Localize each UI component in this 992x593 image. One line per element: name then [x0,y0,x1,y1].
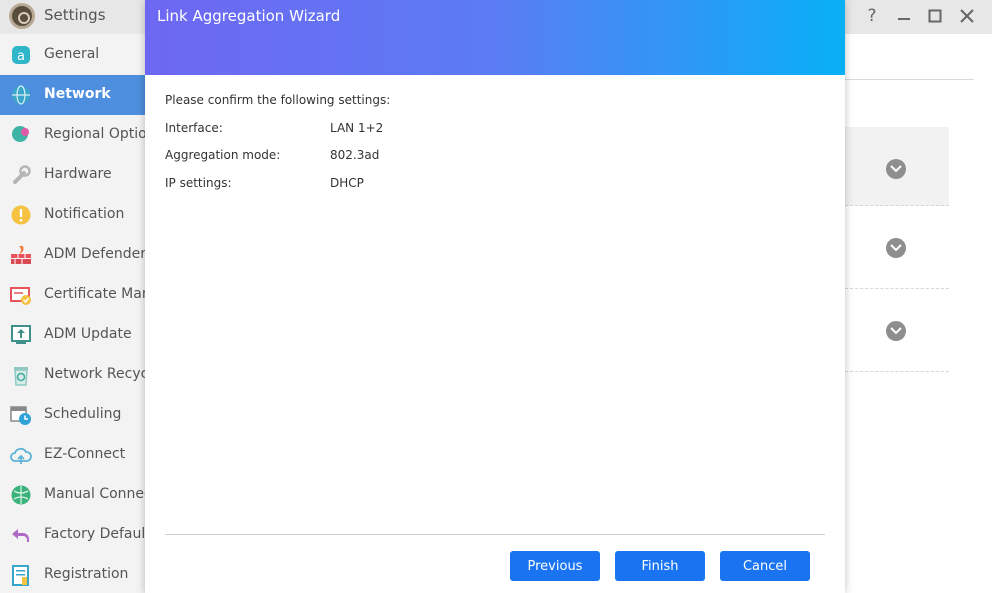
aggregation-mode-label: Aggregation mode: [165,148,281,162]
sidebar-item-network[interactable]: Network [0,75,146,115]
sidebar-item-label: Hardware [44,166,112,182]
sidebar-item-label: Manual Connect [44,486,146,502]
maximize-icon[interactable] [923,5,947,27]
sidebar-item-registration[interactable]: Registration [0,555,146,593]
sidebar-item-adm-update[interactable]: ADM Update [0,315,146,355]
settings-panel-row[interactable] [845,206,949,289]
help-icon[interactable]: ? [860,5,884,27]
ip-settings-label: IP settings: [165,176,232,190]
firewall-icon [10,244,32,266]
sidebar-item-label: EZ-Connect [44,446,126,462]
sidebar-item-label: ADM Defender [44,246,146,262]
sidebar-item-hardware[interactable]: Hardware [0,155,146,195]
interface-value: LAN 1+2 [330,121,384,135]
chevron-down-icon[interactable] [886,238,906,258]
sidebar-item-regional-options[interactable]: Regional Options [0,115,146,155]
settings-sidebar: a General Network Regional Options Hardw… [0,34,146,593]
sidebar-item-certificate-manager[interactable]: Certificate Manager [0,275,146,315]
sidebar-item-label: Registration [44,566,129,582]
footer-divider [165,534,825,535]
registration-icon [10,564,32,586]
dialog-header: Link Aggregation Wizard [145,0,845,75]
globe-icon [10,84,32,106]
sidebar-item-label: Network [44,86,111,102]
alert-icon [10,204,32,226]
window-title: Settings [44,6,106,24]
regional-globe-icon [10,124,32,146]
dialog-title: Link Aggregation Wizard [157,7,341,25]
sidebar-item-label: General [44,46,100,62]
cancel-button[interactable]: Cancel [720,551,810,581]
cloud-upload-icon [10,444,32,466]
finish-button[interactable]: Finish [615,551,705,581]
interface-label: Interface: [165,121,223,135]
sidebar-item-label: Regional Options [44,126,146,142]
sidebar-item-manual-connect[interactable]: Manual Connect [0,475,146,515]
sidebar-item-ez-connect[interactable]: EZ-Connect [0,435,146,475]
chevron-down-icon[interactable] [886,159,906,179]
minimize-icon[interactable] [892,5,916,27]
settings-panel-row[interactable] [845,289,949,372]
svg-text:a: a [17,49,25,64]
close-icon[interactable] [955,5,979,27]
previous-button[interactable]: Previous [510,551,600,581]
link-aggregation-wizard-dialog: Link Aggregation Wizard Please confirm t… [145,0,845,593]
ip-settings-value: DHCP [330,176,364,190]
update-icon [10,324,32,346]
sidebar-item-factory-default[interactable]: Factory Default [0,515,146,555]
aggregation-mode-value: 802.3ad [330,148,380,162]
confirm-prompt: Please confirm the following settings: [165,93,391,107]
sidebar-item-general[interactable]: a General [0,35,146,75]
undo-arrow-icon [10,524,32,546]
sidebar-item-label: Certificate Manager [44,286,146,302]
settings-panel-row[interactable] [845,127,949,206]
sidebar-item-scheduling[interactable]: Scheduling [0,395,146,435]
general-icon: a [10,44,32,66]
content-divider [845,79,974,80]
sidebar-item-label: Network Recycle Bin [44,366,146,382]
settings-app-icon [9,3,35,29]
wrench-icon [10,164,32,186]
sidebar-item-label: Notification [44,206,125,222]
certificate-icon [10,284,32,306]
recycle-bin-icon [10,364,32,386]
network-ball-icon [10,484,32,506]
calendar-clock-icon [10,404,32,426]
sidebar-item-adm-defender[interactable]: ADM Defender [0,235,146,275]
sidebar-item-label: Factory Default [44,526,146,542]
sidebar-item-notification[interactable]: Notification [0,195,146,235]
sidebar-item-label: ADM Update [44,326,132,342]
chevron-down-icon[interactable] [886,321,906,341]
sidebar-item-network-recycle-bin[interactable]: Network Recycle Bin [0,355,146,395]
sidebar-item-label: Scheduling [44,406,122,422]
